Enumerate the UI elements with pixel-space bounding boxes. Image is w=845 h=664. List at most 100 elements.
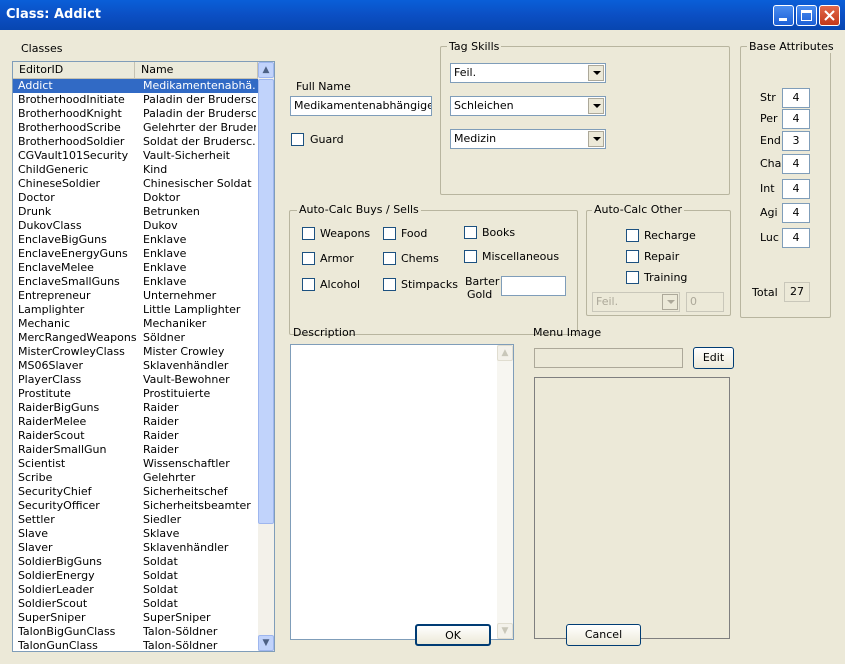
list-item[interactable]: EnclaveBigGuns Enklave: [13, 233, 258, 247]
ok-button[interactable]: OK: [415, 624, 491, 646]
attribute-field-end[interactable]: 3: [782, 131, 810, 151]
description-scroll-down[interactable]: ▼: [497, 623, 513, 639]
list-item[interactable]: Doctor Doktor: [13, 191, 258, 205]
close-button[interactable]: [819, 5, 840, 26]
list-item[interactable]: Scribe Gelehrter: [13, 471, 258, 485]
list-item[interactable]: BrotherhoodKnight Paladin der Brudersc...: [13, 107, 258, 121]
list-item[interactable]: BrotherhoodScribe Gelehrter der Bruder...: [13, 121, 258, 135]
alcohol-checkbox[interactable]: [302, 278, 315, 291]
column-header-editorid[interactable]: EditorID: [13, 62, 135, 78]
list-item[interactable]: ChineseSoldier Chinesischer Soldat: [13, 177, 258, 191]
list-item[interactable]: MercRangedWeapons Söldner: [13, 331, 258, 345]
list-item[interactable]: Drunk Betrunken: [13, 205, 258, 219]
list-item[interactable]: SuperSniper SuperSniper: [13, 611, 258, 625]
chems-checkbox[interactable]: [383, 252, 396, 265]
description-scroll-up[interactable]: ▲: [497, 345, 513, 361]
miscellaneous-checkbox[interactable]: [464, 250, 477, 263]
attribute-field-per[interactable]: 4: [782, 109, 810, 129]
list-item[interactable]: Prostitute Prostituierte: [13, 387, 258, 401]
attribute-field-cha[interactable]: 4: [782, 154, 810, 174]
dropdown-arrow-icon[interactable]: [588, 98, 604, 114]
list-item[interactable]: CGVault101Security Vault-Sicherheit: [13, 149, 258, 163]
recharge-checkbox[interactable]: [626, 229, 639, 242]
list-item[interactable]: RaiderScout Raider: [13, 429, 258, 443]
attribute-field-str[interactable]: 4: [782, 88, 810, 108]
list-item[interactable]: EnclaveEnergyGuns Enklave: [13, 247, 258, 261]
column-header-name[interactable]: Name: [135, 62, 258, 78]
list-item[interactable]: RaiderSmallGun Raider: [13, 443, 258, 457]
list-item[interactable]: DukovClass Dukov: [13, 219, 258, 233]
repair-checkbox[interactable]: [626, 250, 639, 263]
stimpacks-label: Stimpacks: [401, 278, 458, 291]
attribute-field-int[interactable]: 4: [782, 179, 810, 199]
list-item[interactable]: SecurityChief Sicherheitschef: [13, 485, 258, 499]
list-item[interactable]: RaiderBigGuns Raider: [13, 401, 258, 415]
list-item[interactable]: TalonGunClass Talon-Söldner: [13, 639, 258, 651]
tag-skill-3-select[interactable]: Medizin: [450, 129, 606, 149]
list-item[interactable]: EnclaveMelee Enklave: [13, 261, 258, 275]
attribute-label-luc: Luc: [760, 231, 779, 244]
list-item[interactable]: MisterCrowleyClass Mister Crowley: [13, 345, 258, 359]
list-item[interactable]: TalonBigGunClass Talon-Söldner: [13, 625, 258, 639]
description-scrollbar[interactable]: ▲ ▼: [497, 345, 513, 639]
list-item[interactable]: ChildGeneric Kind: [13, 163, 258, 177]
scroll-thumb[interactable]: [258, 79, 274, 524]
chems-label: Chems: [401, 252, 439, 265]
list-item[interactable]: Lamplighter Little Lamplighter: [13, 303, 258, 317]
list-item-name: Siedler: [143, 513, 182, 526]
list-item[interactable]: RaiderMelee Raider: [13, 415, 258, 429]
minimize-button[interactable]: [773, 5, 794, 26]
list-item[interactable]: EnclaveSmallGuns Enklave: [13, 275, 258, 289]
guard-checkbox[interactable]: [291, 133, 304, 146]
armor-checkbox[interactable]: [302, 252, 315, 265]
training-checkbox[interactable]: [626, 271, 639, 284]
tag-skill-1-select[interactable]: Feil.: [450, 63, 606, 83]
list-item[interactable]: Slave Sklave: [13, 527, 258, 541]
list-item[interactable]: Entrepreneur Unternehmer: [13, 289, 258, 303]
food-checkbox[interactable]: [383, 227, 396, 240]
full-name-field[interactable]: Medikamentenabhängiger: [290, 96, 432, 116]
list-item[interactable]: Slaver Sklavenhändler: [13, 541, 258, 555]
list-item[interactable]: MS06Slaver Sklavenhändler: [13, 359, 258, 373]
scroll-down-button[interactable]: ▼: [258, 635, 274, 651]
list-item[interactable]: SoldierBigGuns Soldat: [13, 555, 258, 569]
list-item[interactable]: SoldierLeader Soldat: [13, 583, 258, 597]
training-amount-field[interactable]: 0: [686, 292, 724, 312]
list-item[interactable]: BrotherhoodSoldier Soldat der Brudersc...: [13, 135, 258, 149]
list-item[interactable]: Settler Siedler: [13, 513, 258, 527]
classes-list-scrollbar[interactable]: ▲ ▼: [258, 62, 274, 651]
list-item-editorid: Addict: [18, 79, 53, 92]
list-item[interactable]: SecurityOfficer Sicherheitsbeamter: [13, 499, 258, 513]
list-item[interactable]: Addict Medikamentenabhä...: [13, 79, 258, 93]
list-item-name: Gelehrter: [143, 471, 196, 484]
books-checkbox[interactable]: [464, 226, 477, 239]
list-item-name: Soldat der Brudersc...: [143, 135, 256, 148]
dropdown-arrow-icon[interactable]: [662, 294, 678, 310]
cancel-button[interactable]: Cancel: [566, 624, 641, 646]
weapons-checkbox[interactable]: [302, 227, 315, 240]
list-item-name: Vault-Bewohner: [143, 373, 230, 386]
description-textarea[interactable]: ▲ ▼: [290, 344, 514, 640]
list-item-editorid: RaiderSmallGun: [18, 443, 107, 456]
barter-gold-field[interactable]: [501, 276, 566, 296]
list-item[interactable]: Mechanic Mechaniker: [13, 317, 258, 331]
stimpacks-checkbox[interactable]: [383, 278, 396, 291]
title-bar[interactable]: Class: Addict: [0, 0, 845, 30]
attribute-field-luc[interactable]: 4: [782, 228, 810, 248]
maximize-button[interactable]: [796, 5, 817, 26]
dropdown-arrow-icon[interactable]: [588, 131, 604, 147]
list-item[interactable]: SoldierScout Soldat: [13, 597, 258, 611]
scroll-up-button[interactable]: ▲: [258, 62, 274, 78]
dropdown-arrow-icon[interactable]: [588, 65, 604, 81]
tag-skill-2-select[interactable]: Schleichen: [450, 96, 606, 116]
list-item-name: Enklave: [143, 275, 187, 288]
edit-button[interactable]: Edit: [693, 347, 734, 369]
list-item[interactable]: Scientist Wissenschaftler: [13, 457, 258, 471]
attribute-field-agi[interactable]: 4: [782, 203, 810, 223]
list-item[interactable]: PlayerClass Vault-Bewohner: [13, 373, 258, 387]
training-skill-select[interactable]: Feil.: [592, 292, 680, 312]
classes-list[interactable]: EditorID Name Addict Medikamentenabhä... B…: [12, 61, 275, 652]
list-item[interactable]: SoldierEnergy Soldat: [13, 569, 258, 583]
list-item[interactable]: BrotherhoodInitiate Paladin der Brudersc.…: [13, 93, 258, 107]
list-item-editorid: TalonBigGunClass: [18, 625, 116, 638]
